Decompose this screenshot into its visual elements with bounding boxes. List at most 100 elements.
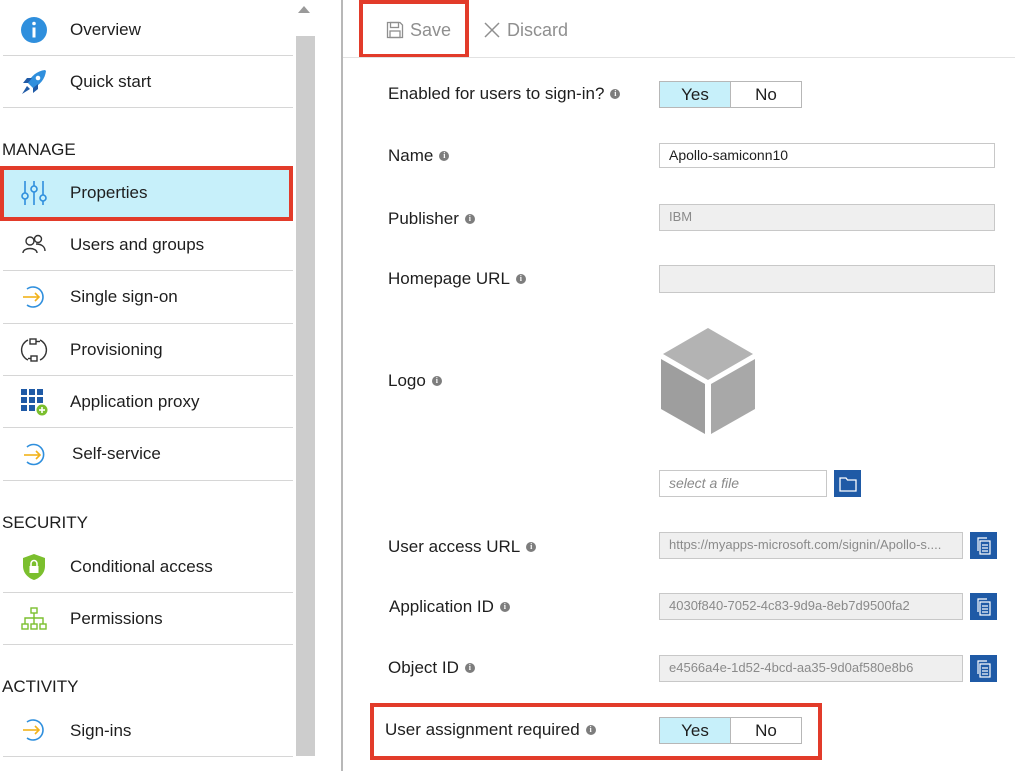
folder-icon	[838, 476, 857, 492]
rocket-icon	[19, 67, 49, 97]
homepage-label-text: Homepage URL	[388, 269, 510, 288]
sidebar-item-application-proxy[interactable]: Application proxy	[0, 376, 292, 427]
enabled-label-text: Enabled for users to sign-in?	[388, 84, 605, 103]
info-icon[interactable]: i	[585, 725, 596, 735]
sidebar-item-label: Overview	[70, 19, 141, 39]
enabled-label: Enabled for users to sign-in? i	[388, 84, 621, 104]
hierarchy-icon	[19, 604, 49, 634]
grid-plus-icon	[19, 387, 49, 417]
logo-label-text: Logo	[388, 371, 426, 390]
users-icon	[19, 230, 49, 260]
sidebar-item-label: Sign-ins	[70, 720, 132, 740]
sliders-icon	[19, 178, 49, 208]
sidebar-item-provisioning[interactable]: Provisioning	[0, 324, 292, 375]
info-icon[interactable]: i	[526, 542, 537, 552]
sidebar-item-quick-start[interactable]: Quick start	[0, 56, 292, 107]
section-header-manage: MANAGE	[2, 140, 76, 159]
sidebar-item-label: Properties	[70, 183, 148, 202]
toggle-yes[interactable]: Yes	[660, 718, 730, 743]
browse-folder-button[interactable]	[834, 470, 861, 497]
sidebar-item-label: Provisioning	[70, 339, 163, 359]
sidebar-item-label: Quick start	[70, 71, 152, 91]
publisher-field: IBM	[659, 204, 995, 231]
logo-file-input[interactable]: select a file	[659, 470, 827, 497]
sidebar-item-label: Single sign-on	[70, 286, 178, 306]
toolbar-divider	[343, 57, 1015, 58]
user-assignment-label: User assignment required i	[385, 720, 596, 740]
provisioning-icon	[19, 335, 49, 365]
sidebar-item-label: Permissions	[70, 608, 163, 628]
toggle-no[interactable]: No	[730, 718, 801, 743]
application-id-field: 4030f840-7052-4c83-9d9a-8eb7d9500fa2	[659, 593, 963, 620]
toggle-yes[interactable]: Yes	[660, 82, 730, 107]
sign-in-arrow-icon	[19, 716, 49, 746]
sidebar-item-users-and-groups[interactable]: Users and groups	[0, 219, 292, 270]
sidebar-item-properties[interactable]: Properties	[0, 168, 292, 218]
homepage-url-field	[659, 265, 995, 293]
self-service-arrow-icon	[19, 439, 49, 469]
name-label: Name i	[388, 146, 450, 166]
save-icon	[386, 21, 404, 39]
user-assignment-toggle[interactable]: Yes No	[659, 717, 802, 744]
divider	[3, 480, 293, 481]
copy-user-access-url-button[interactable]	[970, 532, 997, 559]
sidebar-item-sign-ins[interactable]: Sign-ins	[0, 705, 292, 756]
info-icon[interactable]: i	[464, 663, 475, 673]
scrollbar-thumb[interactable]	[296, 36, 315, 756]
object-id-field: e4566a4e-1d52-4bcd-aa35-9d0af580e8b6	[659, 655, 963, 682]
info-icon[interactable]: i	[515, 274, 526, 284]
sidebar-item-label: Application proxy	[70, 391, 200, 411]
info-icon	[19, 15, 49, 45]
pane-divider	[341, 0, 343, 771]
application-id-label: Application ID i	[389, 597, 510, 617]
enabled-toggle[interactable]: Yes No	[659, 81, 802, 108]
divider	[3, 756, 293, 757]
sign-on-arrow-icon	[19, 282, 49, 312]
user-assignment-label-text: User assignment required	[385, 720, 580, 739]
user-access-url-label: User access URL i	[388, 537, 537, 557]
discard-label: Discard	[507, 19, 569, 40]
sidebar-item-self-service[interactable]: Self-service	[0, 428, 292, 479]
info-icon[interactable]: i	[610, 89, 621, 99]
homepage-url-label: Homepage URL i	[388, 269, 526, 289]
shield-lock-icon	[19, 552, 49, 582]
object-id-label: Object ID i	[388, 658, 475, 678]
sidebar-item-permissions[interactable]: Permissions	[0, 593, 292, 644]
app-logo-cube-icon	[661, 328, 755, 434]
publisher-label-text: Publisher	[388, 209, 459, 228]
discard-button[interactable]: Discard	[483, 17, 568, 43]
user-access-url-field: https://myapps-microsoft.com/signin/Apol…	[659, 532, 963, 559]
scroll-up-arrow-icon[interactable]	[298, 6, 310, 13]
close-icon	[484, 22, 500, 38]
divider	[3, 644, 293, 645]
divider	[3, 107, 293, 108]
save-button[interactable]: Save	[386, 17, 451, 43]
sidebar-scrollbar[interactable]	[294, 0, 318, 757]
name-input[interactable]: Apollo-samiconn10	[659, 143, 995, 168]
logo-label: Logo i	[388, 371, 442, 391]
copy-icon	[976, 597, 991, 616]
sidebar-item-label: Conditional access	[70, 556, 213, 576]
save-label: Save	[410, 19, 452, 40]
name-label-text: Name	[388, 146, 434, 165]
copy-icon	[976, 536, 991, 555]
info-icon[interactable]: i	[439, 151, 450, 161]
section-header-activity: ACTIVITY	[2, 677, 79, 696]
sidebar-item-single-sign-on[interactable]: Single sign-on	[0, 271, 292, 322]
info-icon[interactable]: i	[464, 214, 475, 224]
object-id-label-text: Object ID	[388, 658, 459, 677]
sidebar-item-label: Self-service	[72, 443, 161, 463]
info-icon[interactable]: i	[431, 376, 442, 386]
sidebar-item-label: Users and groups	[70, 234, 205, 254]
application-id-label-text: Application ID	[389, 597, 494, 616]
sidebar-item-overview[interactable]: Overview	[0, 4, 292, 55]
copy-application-id-button[interactable]	[970, 593, 997, 620]
copy-object-id-button[interactable]	[970, 655, 997, 682]
section-header-security: SECURITY	[2, 513, 88, 532]
user-access-url-label-text: User access URL	[388, 537, 521, 556]
toggle-no[interactable]: No	[730, 82, 801, 107]
sidebar-item-conditional-access[interactable]: Conditional access	[0, 541, 292, 592]
copy-icon	[976, 659, 991, 678]
info-icon[interactable]: i	[499, 602, 510, 612]
sidebar: Overview Quick start MANAGE Properties U…	[0, 0, 294, 771]
